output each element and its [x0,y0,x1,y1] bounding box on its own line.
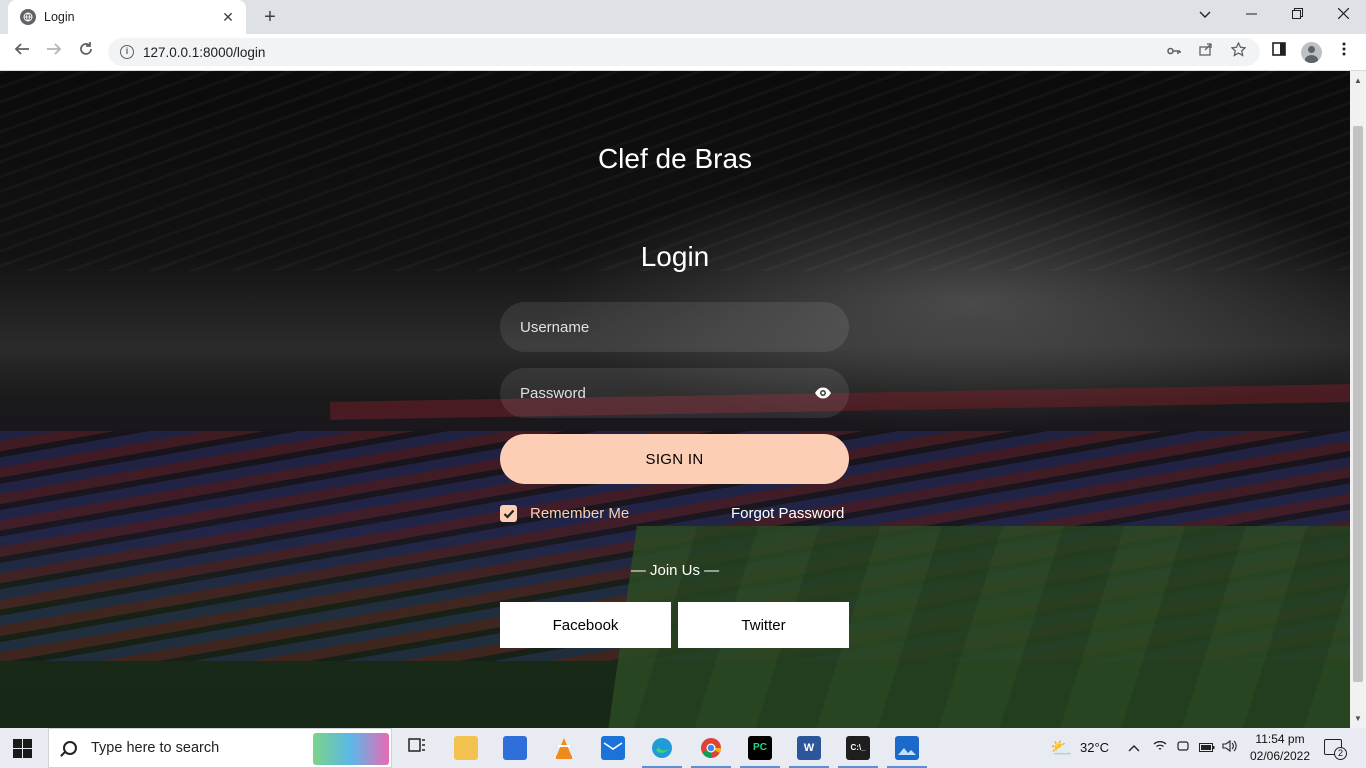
show-password-eye-icon[interactable] [814,384,832,402]
wifi-icon[interactable] [1153,728,1167,768]
globe-icon [20,9,36,25]
vlc-icon[interactable] [552,736,576,760]
battery-icon[interactable] [1199,728,1215,768]
side-panel-icon[interactable] [1266,39,1292,65]
remember-me-label[interactable]: Remember Me [530,505,629,522]
site-info-icon[interactable]: i [120,45,134,59]
facebook-button[interactable]: Facebook [500,602,671,648]
tab-title: Login [44,10,75,24]
key-icon[interactable] [1164,42,1184,62]
edge-icon[interactable] [642,736,682,768]
taskbar-clock[interactable]: 11:54 pm 02/06/2022 [1246,731,1314,765]
meet-now-icon[interactable] [1177,728,1189,768]
address-bar[interactable]: i 127.0.0.1:8000/login [108,38,1260,66]
taskbar-search-placeholder: Type here to search [91,740,220,756]
photos-icon[interactable] [887,736,927,768]
terminal-icon[interactable]: C:\_ [838,736,878,768]
menu-kebab-icon[interactable] [1331,39,1357,65]
twitter-button[interactable]: Twitter [678,602,849,648]
search-icon [63,741,77,755]
browser-tabstrip: Login ✕ + [0,0,1366,34]
word-icon[interactable]: W [789,736,829,768]
tab-search-icon[interactable] [1182,0,1228,30]
new-tab-button[interactable]: + [258,5,282,29]
profile-avatar-icon[interactable] [1301,42,1322,63]
browser-toolbar: i 127.0.0.1:8000/login [0,34,1366,71]
bookmark-star-icon[interactable] [1228,41,1248,62]
close-window-icon[interactable] [1320,0,1366,30]
search-highlight-art [313,733,389,765]
share-icon[interactable] [1196,42,1216,62]
notification-count-badge: 2 [1334,747,1347,760]
scroll-up-arrow-icon[interactable]: ▲ [1354,76,1362,85]
clock-time: 11:54 pm [1255,732,1305,746]
remember-me-checkbox[interactable] [500,505,517,522]
tab-login[interactable]: Login ✕ [8,0,246,34]
scroll-down-arrow-icon[interactable]: ▼ [1354,714,1362,723]
minimize-icon[interactable] [1228,0,1274,30]
file-explorer-icon[interactable] [454,736,478,760]
sign-in-button[interactable]: SIGN IN [500,434,849,484]
windows-taskbar: Type here to search PC W C:\_ ⛅ 32°C 11:… [0,728,1366,768]
forward-arrow-icon[interactable] [41,39,67,65]
task-view-icon[interactable] [405,736,429,760]
store-icon[interactable] [503,736,527,760]
scrollbar-thumb[interactable] [1353,126,1363,682]
show-hidden-icons-chevron-icon[interactable] [1128,728,1140,768]
pycharm-icon[interactable]: PC [740,736,780,768]
back-arrow-icon[interactable] [9,39,35,65]
weather-icon[interactable]: ⛅ [1050,728,1072,768]
reload-icon[interactable] [73,39,99,65]
username-input[interactable] [500,302,849,352]
login-page: Clef de Bras Login SIGN IN Remember Me F… [0,71,1350,728]
volume-icon[interactable] [1222,728,1238,768]
taskbar-search-box[interactable]: Type here to search [48,728,392,768]
restore-icon[interactable] [1274,0,1320,30]
chrome-icon[interactable] [691,736,731,768]
login-heading: Login [640,241,710,272]
join-us-label: — Join Us — [630,562,720,579]
close-tab-icon[interactable]: ✕ [220,9,236,26]
clock-date: 02/06/2022 [1249,749,1311,763]
mail-icon[interactable] [601,736,625,760]
url-text: 127.0.0.1:8000/login [143,44,266,60]
weather-temperature[interactable]: 32°C [1080,728,1109,768]
password-input[interactable] [500,368,849,418]
windows-start-icon[interactable] [13,739,32,758]
site-title: Clef de Bras [597,143,753,174]
forgot-password-link[interactable]: Forgot Password [731,505,844,522]
